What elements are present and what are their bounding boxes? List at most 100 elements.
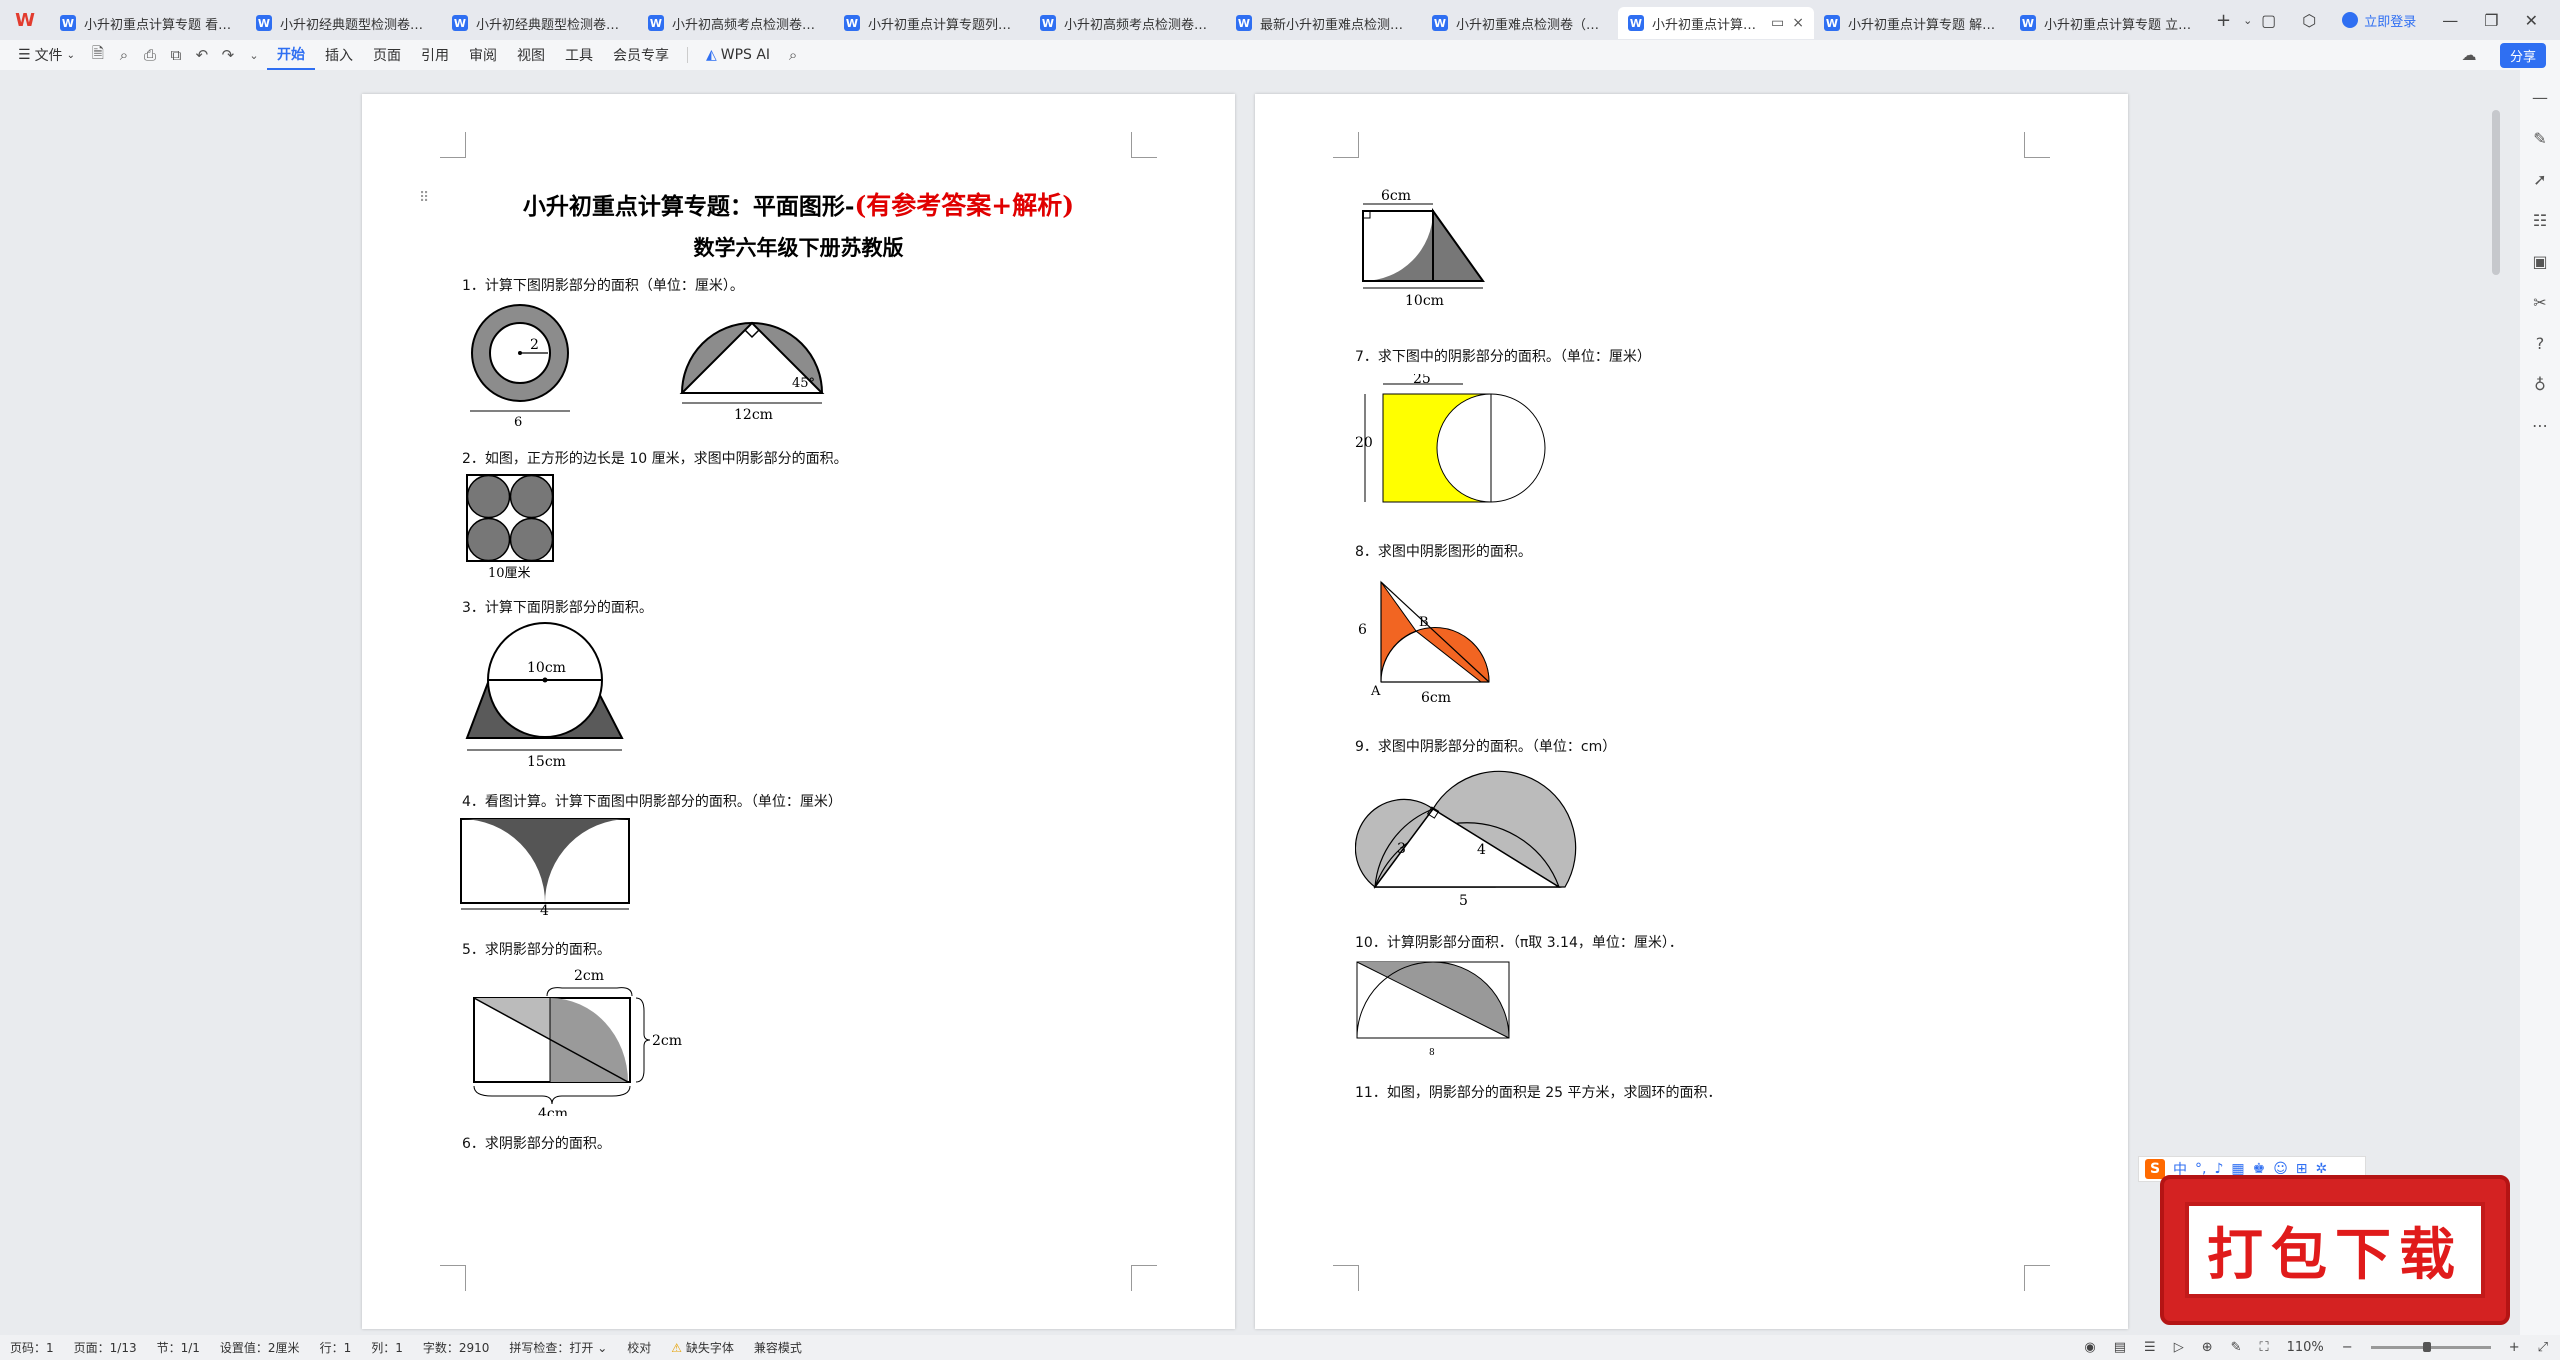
more-icon[interactable]: ⌄ [241,49,267,62]
settings-sliders-icon[interactable]: ☷ [2533,211,2547,230]
fig6-top-label: 6cm [1381,188,1411,204]
status-word-count[interactable]: 字数：2910 [413,1339,500,1356]
status-pages[interactable]: 页面：1/13 [64,1339,147,1356]
download-banner[interactable]: 打包下载 [2160,1175,2510,1325]
wps-logo[interactable]: W [0,0,50,40]
tab-view[interactable]: 视图 [507,45,555,65]
word-doc-icon: W [1040,15,1056,31]
chevron-down-icon[interactable]: ⌄ [2243,14,2252,27]
image-icon[interactable]: ▣ [2532,252,2547,271]
share-button[interactable]: 分享 [2499,43,2546,68]
banner-inner: 打包下载 [2185,1202,2485,1298]
document-page-2[interactable]: 6cm 10cm 7．求下图中的阴影部分的面积。（单位：厘米） 25 20 8．… [1255,94,2128,1329]
outline-view-icon[interactable]: ☰ [2144,1340,2156,1355]
status-section: 节：1/1 [156,1341,200,1355]
pen-icon[interactable]: ✎ [2231,1340,2242,1355]
minus-icon[interactable]: — [2532,88,2548,107]
tab-label: 视图 [516,48,545,64]
monitor-icon[interactable]: ▭ [1771,15,1784,31]
window-layout-icon[interactable]: ▢ [2261,11,2276,30]
tab-label: 小升初重难点检测卷（二合 [1456,17,1608,33]
fig3-top-label: 10cm [527,660,566,676]
tab-references[interactable]: 引用 [411,45,459,65]
tab-member[interactable]: 会员专享 [603,45,679,65]
banner-text: 打包下载 [2207,1221,2463,1288]
tab-doc-1[interactable]: W 小升初重点计算专题 看图列 [50,7,246,39]
tools-icon[interactable]: ✂ [2533,293,2546,312]
file-label: 文件 [34,48,63,64]
tab-doc-5[interactable]: W 小升初重点计算专题列式计 [834,7,1030,39]
file-menu[interactable]: ☰ 文件 ⌄ [8,45,85,65]
eye-icon[interactable]: ◉ [2084,1340,2095,1355]
cube-icon[interactable]: ⬡ [2302,11,2316,30]
page-view-icon[interactable]: ▤ [2114,1340,2126,1355]
cloud-icon[interactable]: ☁ [2456,46,2482,64]
zoom-slider-handle[interactable] [2422,1342,2431,1352]
play-icon[interactable]: ▷ [2174,1340,2184,1355]
document-page-1[interactable]: ⠿ 小升初重点计算专题：平面图形-(有参考答案+解析) 数学六年级下册苏教版 1… [362,94,1235,1329]
tab-label: 会员专享 [612,48,669,64]
spell-label: 拼写检查：打开 [509,1341,594,1355]
redo-icon[interactable]: ↷ [215,46,241,64]
tab-page[interactable]: 页面 [363,45,411,65]
figure-4: 4 [460,818,630,919]
tab-doc-7[interactable]: W 最新小升初重难点检测卷（ [1226,7,1422,39]
zoom-out-icon[interactable]: − [2342,1340,2353,1355]
vertical-scrollbar[interactable] [2492,110,2500,275]
search-icon[interactable]: ⌕ [780,46,806,64]
tab-doc-2[interactable]: W 小升初经典题型检测卷（一） [246,7,442,39]
zoom-level[interactable]: 110% [2287,1340,2324,1355]
tab-home[interactable]: 开始 [266,40,315,70]
login-button[interactable]: 立即登录 [2342,11,2416,30]
help-icon[interactable]: ? [2536,334,2545,353]
status-missing-font[interactable]: ⚠ 缺失字体 [661,1339,744,1356]
tab-doc-6[interactable]: W 小升初高频考点检测卷二（ [1030,7,1226,39]
close-tab-icon[interactable]: × [1792,15,1804,31]
figure-9: 3 4 5 [1355,770,1577,909]
restore-icon[interactable]: ❐ [2484,11,2498,30]
save-icon[interactable]: 🗎 [85,43,111,68]
fit-icon[interactable]: ⛶ [2260,1340,2269,1355]
status-proof[interactable]: 校对 [617,1339,661,1356]
zoom-in-icon[interactable]: + [2509,1340,2520,1355]
status-page-num[interactable]: 页码：1 [0,1339,64,1356]
new-tab-icon[interactable]: + [2216,10,2231,31]
tab-doc-3[interactable]: W 小升初经典题型检测卷（二） [442,7,638,39]
tab-doc-11[interactable]: W 小升初重点计算专题 立体图 [2010,7,2206,39]
find-icon[interactable]: ⌕ [111,46,137,64]
document-workspace: ⠿ 小升初重点计算专题：平面图形-(有参考答案+解析) 数学六年级下册苏教版 1… [0,70,2520,1335]
fig6-bottom-label: 10cm [1405,293,1444,309]
print-icon[interactable]: ⎙ [137,46,163,64]
figure-8: 6 B A 6cm [1358,580,1490,706]
fig8-point-a: A [1370,684,1381,699]
fig8-width-label: 6cm [1421,690,1451,706]
wps-ai-button[interactable]: ◭ WPS AI [696,47,780,63]
print-preview-icon[interactable]: ⧉ [163,46,189,64]
more-options-icon[interactable]: ⋯ [2532,416,2548,435]
edit-icon[interactable]: ✎ [2533,129,2546,148]
tab-doc-9-active[interactable]: W 小升初重点计算专题 ▭ × [1618,7,1814,39]
question-7: 7．求下图中的阴影部分的面积。（单位：厘米） [1355,349,1651,365]
clothing-icon[interactable]: ♁ [2534,375,2546,394]
status-spell-check[interactable]: 拼写检查：打开 ⌄ [499,1339,617,1356]
tab-review[interactable]: 审阅 [459,45,507,65]
fig5-bottom-label: 4cm [538,1106,568,1116]
web-view-icon[interactable]: ⊕ [2202,1340,2213,1355]
question-8: 8．求图中阴影图形的面积。 [1355,544,1532,560]
tab-doc-8[interactable]: W 小升初重难点检测卷（二合 [1422,7,1618,39]
close-window-icon[interactable]: ✕ [2525,11,2538,30]
minimize-icon[interactable]: — [2442,11,2458,30]
tab-tools[interactable]: 工具 [555,45,603,65]
fullscreen-icon[interactable]: ⤢ [2538,1340,2548,1355]
tab-doc-10[interactable]: W 小升初重点计算专题 解方程 [1814,7,2010,39]
select-icon[interactable]: ➚ [2533,170,2546,189]
tab-insert[interactable]: 插入 [315,45,363,65]
tab-bar: W W 小升初重点计算专题 看图列 W 小升初经典题型检测卷（一） W 小升初经典题型… [0,0,2560,40]
tab-doc-4[interactable]: W 小升初高频考点检测卷（一） [638,7,834,39]
right-toolbar: — ✎ ➚ ☷ ▣ ✂ ? ♁ ⋯ [2520,70,2560,1335]
word-doc-icon: W [1236,15,1252,31]
divider [686,47,688,63]
zoom-slider[interactable] [2370,1342,2491,1352]
fig9-side-b: 4 [1477,842,1486,858]
undo-icon[interactable]: ↶ [189,46,215,64]
